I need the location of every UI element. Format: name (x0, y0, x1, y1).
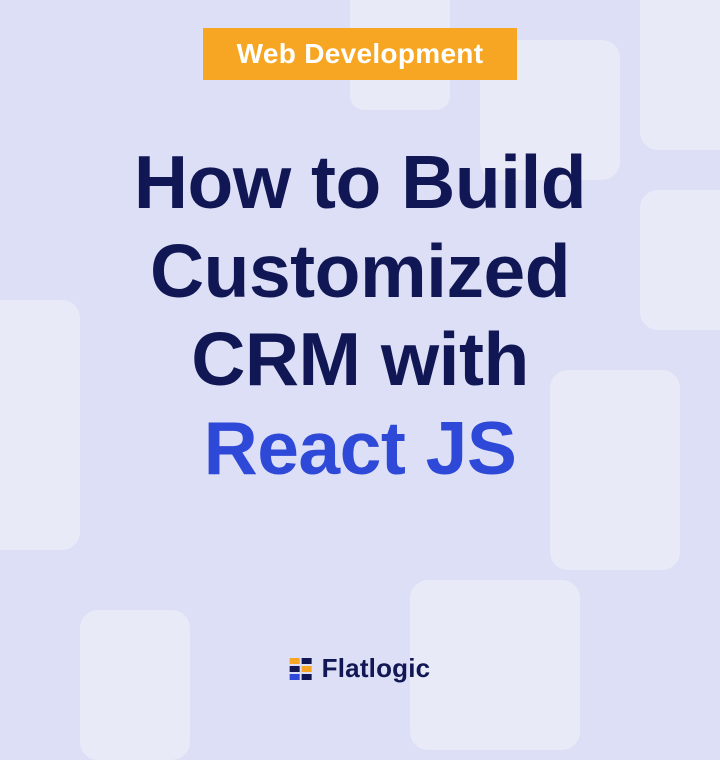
brand-footer: Flatlogic (290, 653, 431, 684)
hero-line-2: Customized (134, 227, 586, 316)
category-label: Web Development (237, 38, 484, 69)
hero-line-4: React JS (134, 404, 586, 493)
hero-title: How to Build Customized CRM with React J… (134, 138, 586, 492)
hero-line-3: CRM with (134, 315, 586, 404)
card-content: Web Development How to Build Customized … (0, 0, 720, 720)
category-badge: Web Development (203, 28, 518, 80)
hero-line-1: How to Build (134, 138, 586, 227)
brand-name: Flatlogic (322, 653, 431, 684)
brand-logo-icon (290, 658, 312, 680)
